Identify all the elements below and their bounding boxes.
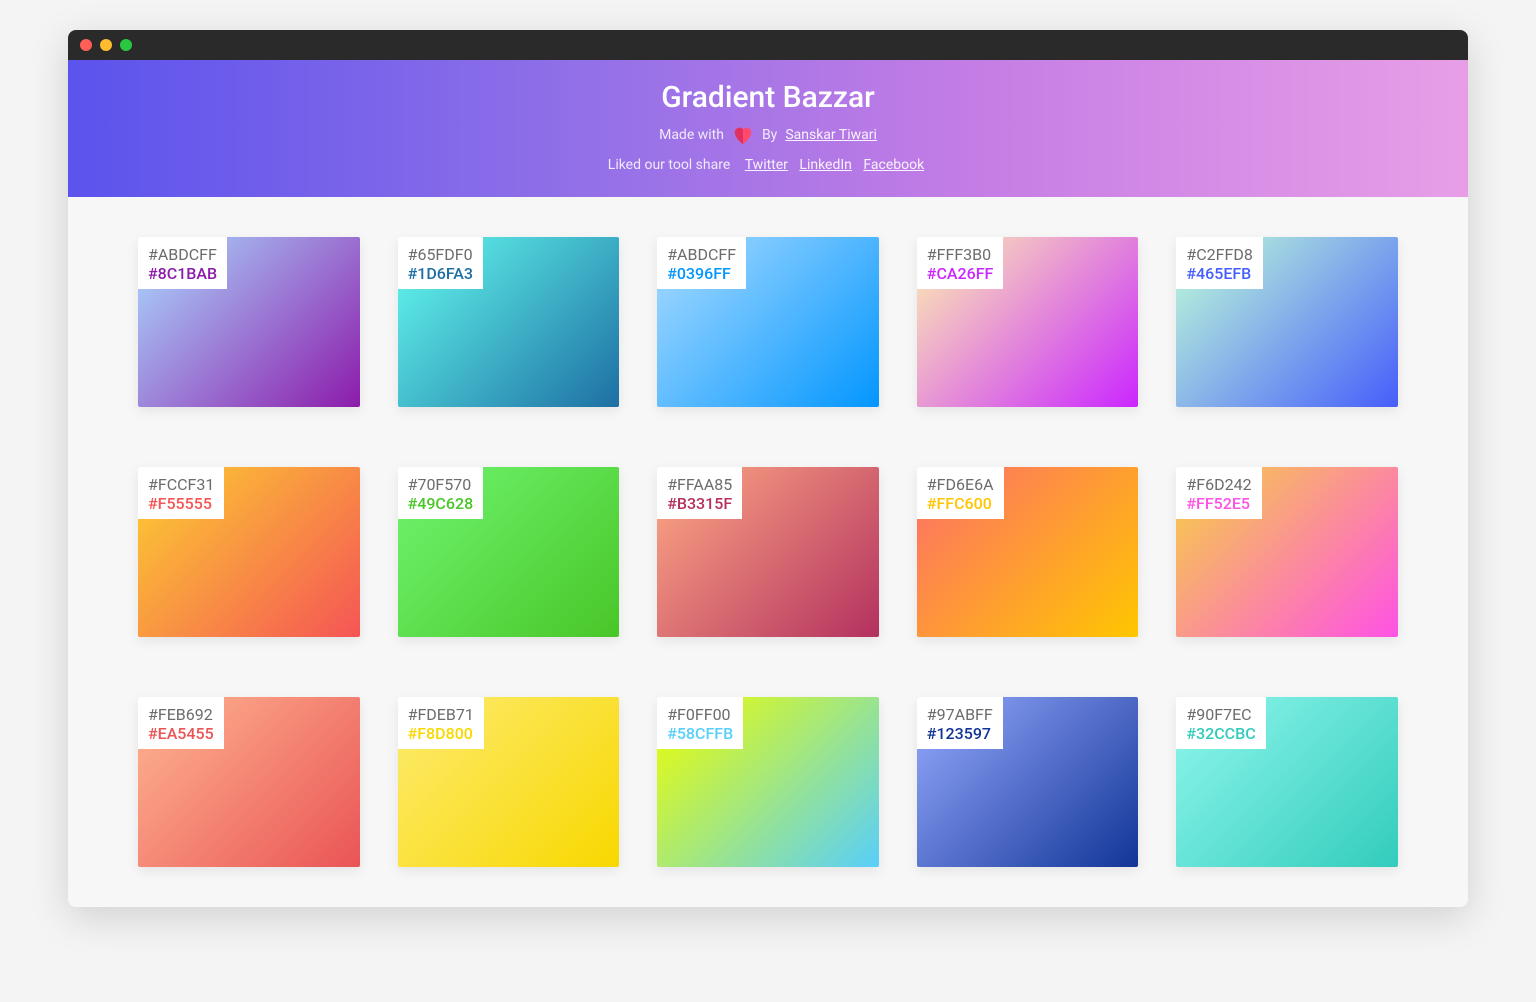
hex-color-2: #8C1BAB (148, 264, 217, 283)
gradient-card[interactable]: #ABDCFF#0396FF (657, 237, 879, 407)
hex-color-2: #32CCBC (1186, 724, 1255, 743)
app-window: Gradient Bazzar Made with By Sanskar Tiw… (68, 30, 1468, 907)
gradient-card[interactable]: #70F570#49C628 (398, 467, 620, 637)
minimize-icon[interactable] (100, 39, 112, 51)
hex-color-2: #F55555 (148, 494, 214, 513)
gradient-card[interactable]: #65FDF0#1D6FA3 (398, 237, 620, 407)
hex-color-1: #FDEB71 (408, 705, 474, 724)
app-header: Gradient Bazzar Made with By Sanskar Tiw… (68, 60, 1468, 197)
hex-color-2: #FFC600 (927, 494, 994, 513)
hex-color-1: #F0FF00 (667, 705, 733, 724)
hex-color-1: #F6D242 (1186, 475, 1251, 494)
hex-color-2: #CA26FF (927, 264, 994, 283)
hex-color-1: #FD6E6A (927, 475, 994, 494)
gradient-card[interactable]: #F6D242#FF52E5 (1176, 467, 1398, 637)
share-prefix: Liked our tool share (608, 157, 731, 173)
hex-color-2: #EA5455 (148, 724, 214, 743)
hex-color-2: #49C628 (408, 494, 474, 513)
hex-color-1: #ABDCFF (148, 245, 217, 264)
gradient-label: #ABDCFF#8C1BAB (138, 237, 227, 289)
gradient-label: #FCCF31#F55555 (138, 467, 224, 519)
share-twitter[interactable]: Twitter (745, 157, 788, 173)
gradient-label: #70F570#49C628 (398, 467, 484, 519)
gradient-label: #90F7EC#32CCBC (1176, 697, 1265, 749)
hex-color-2: #0396FF (667, 264, 736, 283)
share-linkedin[interactable]: LinkedIn (799, 157, 852, 173)
gradient-card[interactable]: #FDEB71#F8D800 (398, 697, 620, 867)
hex-color-1: #97ABFF (927, 705, 993, 724)
gradient-grid: #ABDCFF#8C1BAB#65FDF0#1D6FA3#ABDCFF#0396… (138, 237, 1398, 867)
author-link[interactable]: Sanskar Tiwari (785, 127, 877, 143)
hex-color-1: #FFAA85 (667, 475, 732, 494)
gradient-card[interactable]: #FCCF31#F55555 (138, 467, 360, 637)
gradient-label: #F6D242#FF52E5 (1176, 467, 1261, 519)
hex-color-2: #F8D800 (408, 724, 474, 743)
heart-icon (732, 125, 754, 145)
gradient-label: #F0FF00#58CFFB (657, 697, 743, 749)
gradient-label: #FD6E6A#FFC600 (917, 467, 1004, 519)
content-area: #ABDCFF#8C1BAB#65FDF0#1D6FA3#ABDCFF#0396… (68, 197, 1468, 907)
gradient-card[interactable]: #F0FF00#58CFFB (657, 697, 879, 867)
hex-color-1: #90F7EC (1186, 705, 1255, 724)
gradient-card[interactable]: #C2FFD8#465EFB (1176, 237, 1398, 407)
share-row: Liked our tool share Twitter LinkedIn Fa… (78, 157, 1458, 173)
hex-color-2: #123597 (927, 724, 993, 743)
gradient-label: #ABDCFF#0396FF (657, 237, 746, 289)
hex-color-2: #B3315F (667, 494, 732, 513)
made-with-prefix: Made with (659, 127, 724, 143)
hex-color-1: #ABDCFF (667, 245, 736, 264)
gradient-label: #FDEB71#F8D800 (398, 697, 484, 749)
gradient-label: #FFF3B0#CA26FF (917, 237, 1004, 289)
gradient-label: #65FDF0#1D6FA3 (398, 237, 483, 289)
hex-color-2: #58CFFB (667, 724, 733, 743)
hex-color-2: #FF52E5 (1186, 494, 1251, 513)
hex-color-1: #70F570 (408, 475, 474, 494)
gradient-card[interactable]: #FFF3B0#CA26FF (917, 237, 1139, 407)
gradient-label: #97ABFF#123597 (917, 697, 1003, 749)
page-title: Gradient Bazzar (78, 80, 1458, 115)
gradient-label: #FFAA85#B3315F (657, 467, 742, 519)
gradient-label: #FEB692#EA5455 (138, 697, 224, 749)
hex-color-1: #65FDF0 (408, 245, 473, 264)
hex-color-1: #FEB692 (148, 705, 214, 724)
gradient-card[interactable]: #FEB692#EA5455 (138, 697, 360, 867)
hex-color-1: #FFF3B0 (927, 245, 994, 264)
gradient-card[interactable]: #90F7EC#32CCBC (1176, 697, 1398, 867)
made-with-row: Made with By Sanskar Tiwari (78, 125, 1458, 145)
gradient-card[interactable]: #97ABFF#123597 (917, 697, 1139, 867)
titlebar (68, 30, 1468, 60)
hex-color-1: #FCCF31 (148, 475, 214, 494)
gradient-card[interactable]: #FFAA85#B3315F (657, 467, 879, 637)
hex-color-2: #465EFB (1186, 264, 1252, 283)
made-by-prefix: By (762, 127, 777, 143)
gradient-card[interactable]: #FD6E6A#FFC600 (917, 467, 1139, 637)
share-facebook[interactable]: Facebook (863, 157, 924, 173)
hex-color-1: #C2FFD8 (1186, 245, 1252, 264)
hex-color-2: #1D6FA3 (408, 264, 473, 283)
maximize-icon[interactable] (120, 39, 132, 51)
gradient-card[interactable]: #ABDCFF#8C1BAB (138, 237, 360, 407)
gradient-label: #C2FFD8#465EFB (1176, 237, 1262, 289)
close-icon[interactable] (80, 39, 92, 51)
